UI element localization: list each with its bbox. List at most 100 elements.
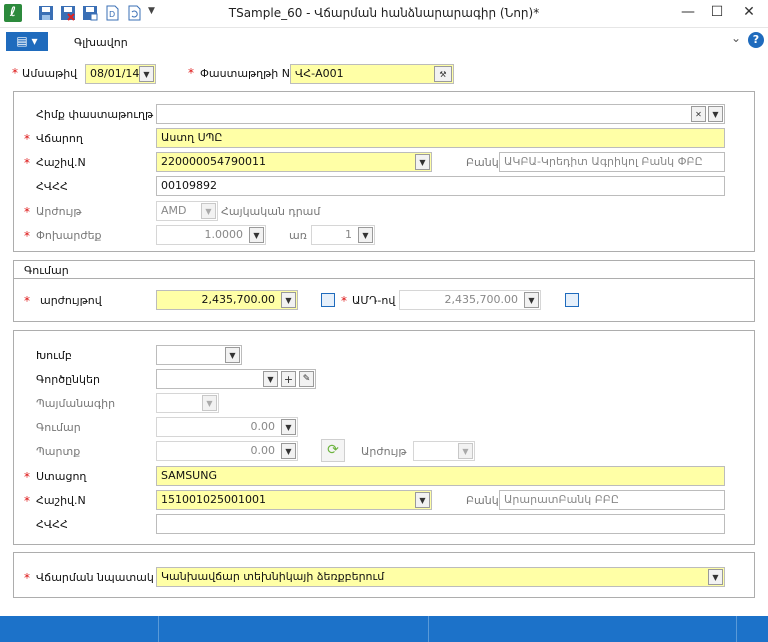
- amd-amount-value: 2,435,700.00: [444, 293, 518, 306]
- status-separator: [428, 616, 429, 642]
- docno-field[interactable]: ՎՀ-A001 ⚒: [290, 64, 454, 84]
- operations-dropdown-icon[interactable]: ▼: [263, 371, 278, 387]
- maximize-button[interactable]: ☐: [705, 4, 729, 20]
- purpose-field[interactable]: Կանխավճար տեխնիկայի ձեռքբերում ▼: [156, 567, 725, 587]
- group-dropdown-icon[interactable]: ▼: [225, 347, 240, 363]
- required-marker: *: [24, 571, 30, 585]
- receiver-account-dropdown-icon[interactable]: ▼: [415, 492, 430, 508]
- payer-bank-field: ԱԿԲԱ-Կրեդիտ Ագրիկոլ Բանկ ՓԲԸ: [499, 152, 725, 172]
- status-separator: [158, 616, 159, 642]
- receiver-account-value: 151001025001001: [161, 493, 266, 506]
- debt-field: 0.00 ▼: [156, 441, 298, 461]
- ribbon-collapse-icon[interactable]: ⌄: [731, 31, 741, 45]
- details-section: [13, 330, 755, 545]
- receiver-tin-field[interactable]: [156, 514, 725, 534]
- payer-tin-label: ՀՎՀՀ: [36, 180, 68, 193]
- calendar-dropdown-icon[interactable]: ▼: [139, 66, 154, 82]
- per-label: առ: [289, 229, 307, 242]
- payer-account-label: Հաշիվ.N: [36, 156, 86, 169]
- edit-icon[interactable]: ✎: [299, 371, 314, 387]
- payer-field[interactable]: Աստղ ՍՊԸ: [156, 128, 725, 148]
- payer-bank-label: Բանկ: [466, 156, 499, 169]
- required-marker: *: [188, 66, 194, 80]
- amount-section-divider: [13, 278, 755, 279]
- required-marker: *: [24, 205, 30, 219]
- help-icon[interactable]: ?: [748, 32, 764, 48]
- receiver-bank-field: ԱրարատԲանկ ԲԲԸ: [499, 490, 725, 510]
- docno-label: Փաստաթղթի N: [200, 67, 290, 80]
- receiver-label: Ստացող: [36, 470, 87, 483]
- required-marker: *: [24, 294, 30, 308]
- receiver-account-label: Հաշիվ.N: [36, 494, 86, 507]
- required-marker: *: [12, 66, 18, 80]
- payer-account-value: 220000054790011: [161, 155, 266, 168]
- amount-section: [13, 260, 755, 322]
- contract-dropdown-icon: ▼: [202, 395, 217, 411]
- status-bar: [0, 616, 768, 642]
- date-field[interactable]: 08/01/14 ▼: [85, 64, 156, 84]
- sum-dropdown-icon[interactable]: ▼: [281, 419, 296, 435]
- per-value: 1: [345, 228, 352, 241]
- required-marker: *: [24, 494, 30, 508]
- contract-label: Պայմանագիր: [36, 397, 116, 410]
- file-menu-button[interactable]: ▤ ▾: [6, 32, 48, 51]
- add-icon[interactable]: +: [281, 371, 296, 387]
- debt-value: 0.00: [250, 444, 276, 457]
- currency-label: Արժույթ: [36, 205, 82, 218]
- base-doc-field[interactable]: ✕ ▼: [156, 104, 725, 124]
- rate-dropdown-icon[interactable]: ▼: [249, 227, 264, 243]
- window-title: TSample_60 - Վճարման հանձնարարագիր (Նոր)…: [228, 6, 540, 20]
- payer-account-dropdown-icon[interactable]: ▼: [415, 154, 430, 170]
- clear-icon[interactable]: ✕: [691, 106, 706, 122]
- currency-amount-label: արժույթով: [40, 294, 102, 307]
- required-marker: *: [24, 132, 30, 146]
- date-value: 08/01/14: [90, 67, 140, 80]
- purpose-label: Վճարման նպատակ: [36, 571, 154, 584]
- sum-label: Գումար: [36, 421, 81, 434]
- group-field[interactable]: ▼: [156, 345, 242, 365]
- payer-tin-field[interactable]: 00109892: [156, 176, 725, 196]
- tab-home[interactable]: Գլխավոր: [74, 36, 128, 49]
- required-marker: *: [24, 470, 30, 484]
- base-doc-dropdown-icon[interactable]: ▼: [708, 106, 723, 122]
- currency-amount-field[interactable]: 2,435,700.00 ▼: [156, 290, 298, 310]
- sum-field: 0.00 ▼: [156, 417, 298, 437]
- group-label: Խումբ: [36, 349, 72, 362]
- currency-amount-value: 2,435,700.00: [201, 293, 275, 306]
- amd-amount-field: 2,435,700.00 ▼: [399, 290, 541, 310]
- receiver-account-field[interactable]: 151001025001001 ▼: [156, 490, 432, 510]
- wand-icon[interactable]: ⚒: [434, 66, 452, 82]
- per-field: 1 ▼: [311, 225, 375, 245]
- operations-label: Գործընկեր: [36, 373, 100, 386]
- base-doc-label: Հիմք փաստաթուղթ: [36, 108, 154, 121]
- operations-field[interactable]: ▼ + ✎: [156, 369, 316, 389]
- purpose-value: Կանխավճար տեխնիկայի ձեռքբերում: [161, 570, 385, 583]
- rate-field: 1.0000 ▼: [156, 225, 266, 245]
- rate-label: Փոխարժեք: [36, 229, 102, 242]
- copy-icon[interactable]: [565, 293, 579, 307]
- per-dropdown-icon[interactable]: ▼: [358, 227, 373, 243]
- currency-code: AMD: [161, 204, 187, 217]
- close-button[interactable]: ✕: [737, 4, 761, 20]
- payer-label: Վճարող: [36, 132, 83, 145]
- docno-value: ՎՀ-A001: [295, 67, 344, 80]
- amd-amount-dropdown-icon[interactable]: ▼: [524, 292, 539, 308]
- status-separator: [736, 616, 737, 642]
- rate-value: 1.0000: [204, 228, 244, 241]
- currency-field: AMD ▼: [156, 201, 218, 221]
- purpose-dropdown-icon[interactable]: ▼: [708, 569, 723, 585]
- currency-dropdown-icon: ▼: [201, 203, 216, 219]
- copy-icon[interactable]: [321, 293, 335, 307]
- debt-dropdown-icon[interactable]: ▼: [281, 443, 296, 459]
- debt-currency-field: ▼: [413, 441, 475, 461]
- debt-label: Պարտք: [36, 445, 81, 458]
- payer-account-field[interactable]: 220000054790011 ▼: [156, 152, 432, 172]
- recalculate-icon[interactable]: ⟳: [321, 439, 345, 462]
- receiver-field[interactable]: SAMSUNG: [156, 466, 725, 486]
- required-marker: *: [24, 229, 30, 243]
- contract-field: ▼: [156, 393, 219, 413]
- debt-currency-label: Արժույթ: [361, 445, 407, 458]
- minimize-button[interactable]: —: [676, 4, 700, 20]
- debt-currency-dropdown-icon: ▼: [458, 443, 473, 459]
- currency-amount-dropdown-icon[interactable]: ▼: [281, 292, 296, 308]
